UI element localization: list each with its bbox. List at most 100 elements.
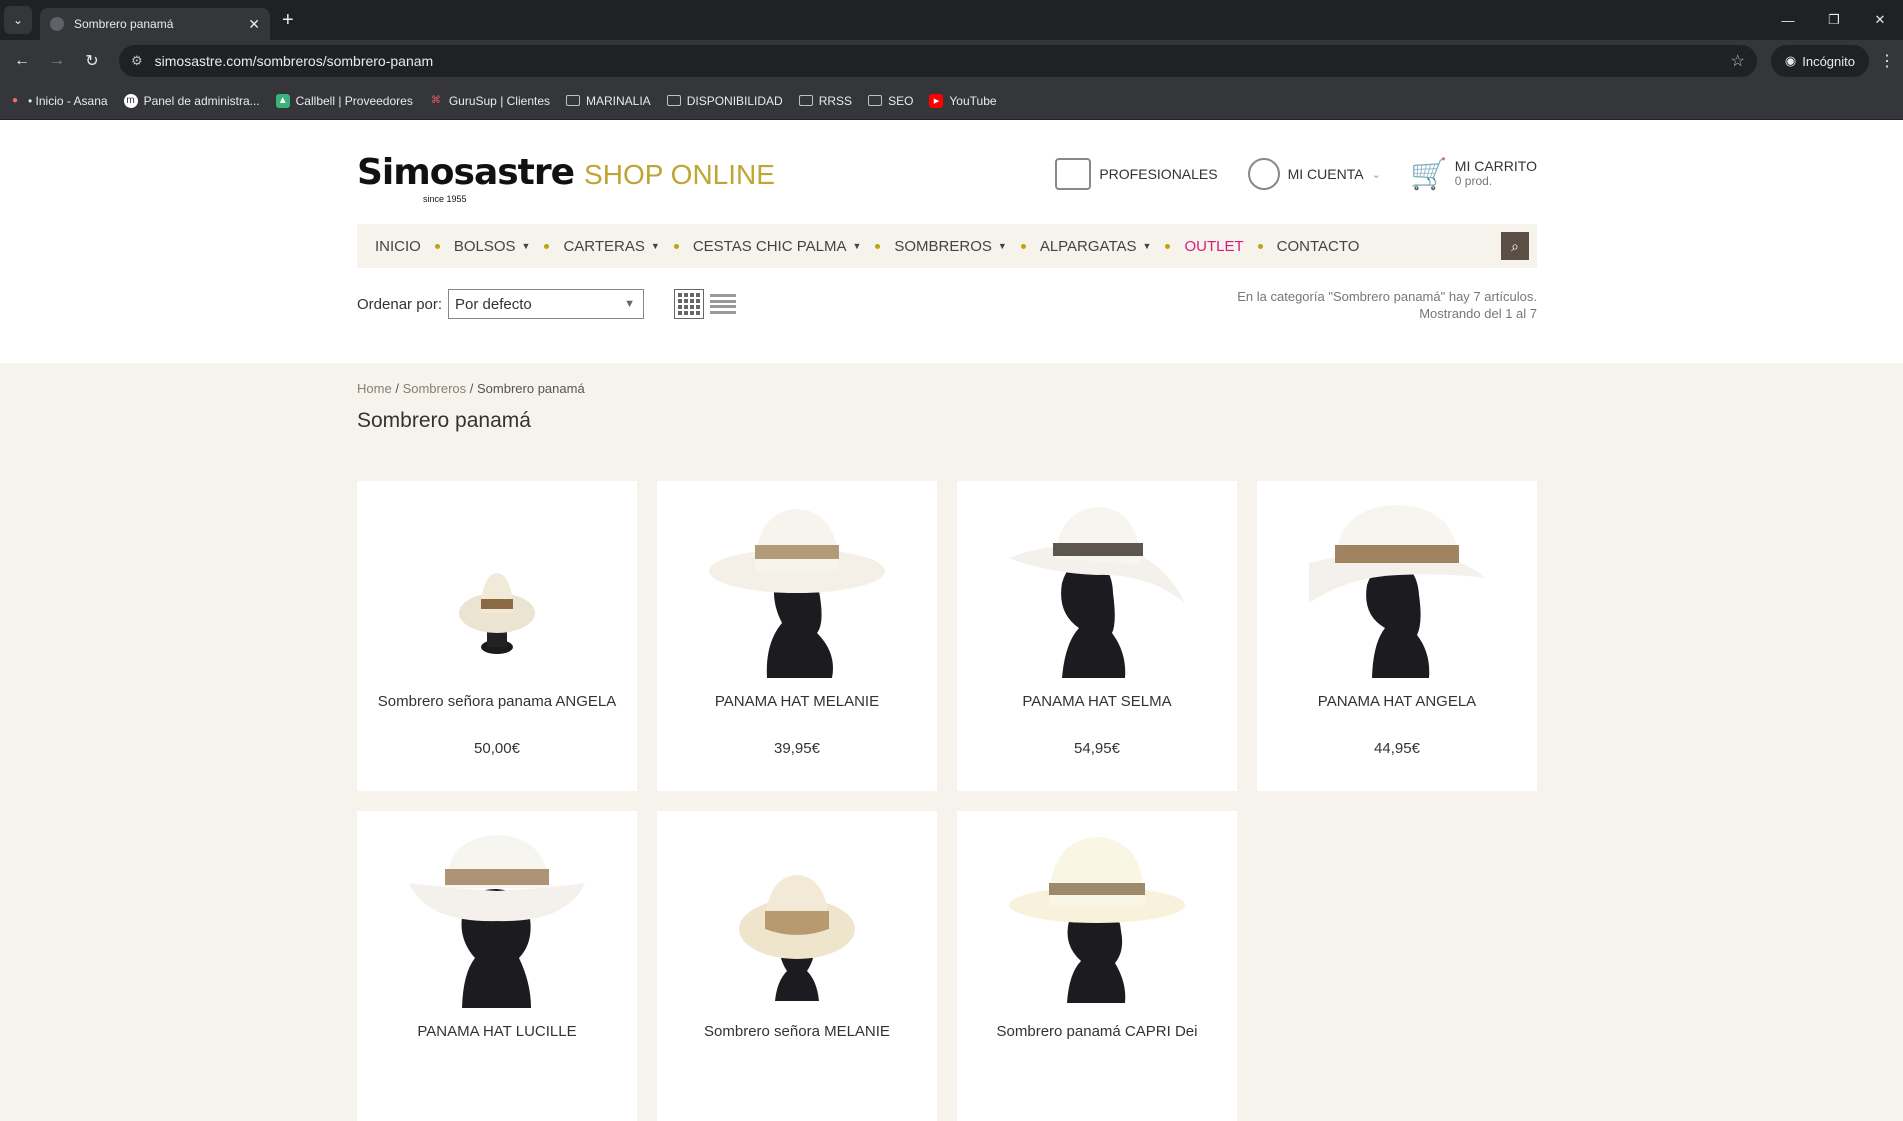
product-name[interactable]: Sombrero señora panama ANGELA [377, 693, 617, 711]
bookmark-item[interactable]: SEO [868, 94, 913, 108]
product-image[interactable] [1307, 503, 1487, 678]
site-settings-icon[interactable]: ⚙ [131, 53, 143, 69]
bookmark-item[interactable]: m Panel de administra... [123, 93, 260, 108]
url-text[interactable]: simosastre.com/sombreros/sombrero-panam [155, 53, 1731, 69]
browser-menu-icon[interactable]: ⋮ [1879, 51, 1895, 71]
logo-brand: Simosastre [357, 152, 575, 193]
bookmark-item[interactable]: ● • Inicio - Asana [8, 94, 108, 108]
menu-separator [1165, 243, 1171, 249]
bookmark-label: • Inicio - Asana [28, 93, 108, 108]
menu-item-outlet[interactable]: OUTLET [1184, 238, 1243, 255]
product-card[interactable]: PANAMA HAT SELMA 54,95€ [957, 481, 1237, 791]
breadcrumb-sombreros[interactable]: Sombreros [403, 381, 467, 396]
bookmark-label: Panel de administra... [143, 93, 260, 108]
tab-close-icon[interactable]: ✕ [248, 16, 260, 33]
callbell-icon: ▲ [275, 93, 290, 108]
breadcrumb-home[interactable]: Home [357, 381, 392, 396]
briefcase-icon [1055, 158, 1092, 190]
product-card[interactable]: Sombrero señora MELANIE [657, 811, 937, 1121]
minimize-icon[interactable]: — [1765, 0, 1811, 40]
menu-item-carteras[interactable]: CARTERAS ▼ [563, 238, 659, 255]
menu-item-contacto[interactable]: CONTACTO [1277, 238, 1360, 255]
restore-icon[interactable]: ❐ [1811, 0, 1857, 40]
product-card[interactable]: Sombrero panamá CAPRI Dei [957, 811, 1237, 1121]
product-image[interactable] [1007, 833, 1187, 1003]
menu-separator [673, 243, 679, 249]
breadcrumb: Home / Sombreros / Sombrero panamá [357, 381, 585, 396]
menu-item-cestas[interactable]: CESTAS CHIC PALMA ▼ [693, 238, 862, 255]
product-image[interactable] [737, 871, 857, 1001]
category-count: En la categoría "Sombrero panamá" hay 7 … [1237, 289, 1537, 304]
grid-view-icon[interactable] [674, 289, 705, 319]
bookmark-label: RRSS [818, 93, 853, 108]
product-price: 44,95€ [1374, 740, 1420, 757]
logo-shop-online: SHOP ONLINE [584, 159, 775, 190]
new-tab-button[interactable]: + [282, 9, 294, 32]
search-icon[interactable]: ⌕ [1501, 232, 1529, 260]
browser-tab[interactable]: Sombrero panamá ✕ [40, 8, 270, 40]
reload-icon[interactable]: ↻ [78, 47, 106, 75]
folder-icon [566, 95, 580, 106]
bookmark-item[interactable]: RRSS [798, 93, 853, 108]
cart-link[interactable]: 🛒 MI CARRITO 0 prod. [1410, 158, 1537, 191]
folder-icon [666, 95, 681, 106]
account-link[interactable]: MI CUENTA ⌄ [1247, 158, 1381, 190]
product-image[interactable] [457, 561, 537, 655]
cart-label: MI CARRITO [1454, 158, 1537, 174]
bookmark-label: Callbell | Proveedores [295, 93, 413, 108]
menu-item-sombreros[interactable]: SOMBREROS ▼ [894, 238, 1006, 255]
category-info: En la categoría "Sombrero panamá" hay 7 … [1237, 288, 1537, 322]
product-name[interactable]: Sombrero panamá CAPRI Dei [977, 1023, 1217, 1041]
bookmark-item[interactable]: DISPONIBILIDAD [666, 94, 783, 108]
product-card[interactable]: PANAMA HAT MELANIE 39,95€ [657, 481, 937, 791]
product-name[interactable]: Sombrero señora MELANIE [677, 1023, 917, 1041]
menu-item-inicio[interactable]: INICIO [375, 238, 421, 255]
bookmark-item[interactable]: ▲ Callbell | Proveedores [275, 93, 413, 108]
menu-item-bolsos[interactable]: BOLSOS ▼ [454, 238, 531, 255]
product-card[interactable]: Sombrero señora panama ANGELA 50,00€ [357, 481, 637, 791]
bookmark-star-icon[interactable]: ☆ [1731, 51, 1745, 71]
bookmark-item[interactable]: ▶ YouTube [929, 93, 997, 108]
browser-tab-bar: ⌄ Sombrero panamá ✕ + — ❐ ✕ [0, 0, 1903, 40]
site-logo[interactable]: Simosastre since 1955 SHOP ONLINE [357, 152, 775, 204]
product-name[interactable]: PANAMA HAT ANGELA [1277, 693, 1517, 711]
address-bar[interactable]: ⚙ simosastre.com/sombreros/sombrero-pana… [119, 45, 1757, 77]
folder-icon [798, 95, 813, 106]
m-icon: m [123, 93, 138, 108]
bookmark-label: GuruSup | Clientes [448, 93, 550, 108]
product-price: 54,95€ [1074, 740, 1120, 757]
product-image[interactable] [707, 503, 887, 678]
product-image[interactable] [407, 833, 587, 1008]
tab-search-button[interactable]: ⌄ [4, 6, 32, 34]
profesionales-link[interactable]: PROFESIONALES [1055, 158, 1218, 190]
product-name[interactable]: PANAMA HAT LUCILLE [377, 1023, 617, 1041]
youtube-icon: ▶ [929, 93, 944, 108]
browser-toolbar: ← → ↻ ⚙ simosastre.com/sombreros/sombrer… [0, 40, 1903, 82]
product-name[interactable]: PANAMA HAT MELANIE [677, 693, 917, 711]
tab-title: Sombrero panamá [74, 17, 174, 31]
window-controls: — ❐ ✕ [1765, 0, 1903, 40]
bookmark-label: YouTube [949, 93, 997, 108]
product-card[interactable]: PANAMA HAT ANGELA 44,95€ [1257, 481, 1537, 791]
header-actions: PROFESIONALES MI CUENTA ⌄ 🛒 MI CARRITO 0… [1025, 158, 1537, 191]
product-name[interactable]: PANAMA HAT SELMA [977, 693, 1217, 711]
list-view-icon[interactable] [710, 291, 737, 317]
product-price: 50,00€ [474, 740, 520, 757]
product-image[interactable] [1007, 503, 1187, 678]
product-card[interactable]: PANAMA HAT LUCILLE [357, 811, 637, 1121]
bookmark-item[interactable]: MARINALIA [566, 94, 651, 108]
bookmark-label: SEO [888, 93, 914, 108]
forward-icon[interactable]: → [43, 47, 71, 75]
category-range: Mostrando del 1 al 7 [1419, 306, 1537, 321]
bookmark-item[interactable]: ⌘ GuruSup | Clientes [429, 94, 550, 108]
menu-item-alpargatas[interactable]: ALPARGATAS ▼ [1040, 238, 1152, 255]
incognito-label: Incógnito [1802, 53, 1855, 69]
back-icon[interactable]: ← [8, 47, 36, 75]
sort-select[interactable]: Por defecto ▼ [448, 289, 645, 319]
page-title: Sombrero panamá [357, 409, 531, 432]
menu-separator [1020, 243, 1026, 249]
caret-down-icon: ▼ [1142, 241, 1152, 251]
incognito-badge[interactable]: ◉ Incógnito [1770, 45, 1869, 77]
close-window-icon[interactable]: ✕ [1857, 0, 1903, 40]
logo-since: since 1955 [423, 194, 467, 204]
